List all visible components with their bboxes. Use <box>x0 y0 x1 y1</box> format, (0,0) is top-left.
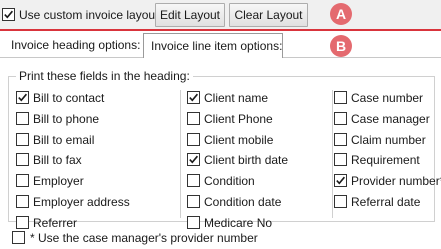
edit-layout-button[interactable]: Edit Layout <box>155 3 225 27</box>
field-label: Condition <box>204 174 255 188</box>
field-checkbox[interactable] <box>187 195 200 208</box>
field-checkbox[interactable] <box>187 153 200 166</box>
field-checkbox[interactable] <box>334 112 347 125</box>
field-checkbox[interactable] <box>334 174 347 187</box>
field-checkbox[interactable] <box>16 91 29 104</box>
field-checkbox[interactable] <box>16 174 29 187</box>
field-label: Client name <box>204 91 269 105</box>
field-checkbox[interactable] <box>16 216 29 229</box>
field-label: Referral date <box>351 195 421 209</box>
use-custom-layout-checkbox[interactable] <box>2 8 15 21</box>
field-label: Provider number* <box>351 174 441 188</box>
field-label: Condition date <box>204 195 282 209</box>
use-case-manager-provider-number-label: * Use the case manager's provider number <box>30 231 258 245</box>
field-label: Bill to contact <box>33 91 105 105</box>
field-checkbox[interactable] <box>16 153 29 166</box>
field-checkbox[interactable] <box>187 133 200 146</box>
tab-invoice-line-item-options[interactable]: Invoice line item options: <box>151 39 282 53</box>
column-separator <box>332 90 333 218</box>
field-checkbox[interactable] <box>187 112 200 125</box>
field-label: Bill to fax <box>33 153 82 167</box>
group-title: Print these fields in the heading: <box>16 69 193 83</box>
field-label: Employer <box>33 174 84 188</box>
field-label: Case number <box>351 91 424 105</box>
field-label: Bill to phone <box>33 112 100 126</box>
field-label: Medicare No <box>204 216 273 230</box>
field-checkbox[interactable] <box>187 216 200 229</box>
use-case-manager-provider-number-checkbox[interactable] <box>12 231 25 244</box>
field-label: Client mobile <box>204 133 274 147</box>
field-label: Requirement <box>351 153 420 167</box>
field-checkbox[interactable] <box>16 195 29 208</box>
checkmark-icon <box>336 176 346 185</box>
checkmark-icon <box>4 10 14 19</box>
use-custom-layout-label: Use custom invoice layout: <box>19 8 162 22</box>
field-label: Claim number <box>351 133 426 147</box>
checkmark-icon <box>189 93 199 102</box>
field-checkbox[interactable] <box>334 133 347 146</box>
column-separator <box>180 90 181 218</box>
field-label: Bill to email <box>33 133 95 147</box>
annotation-badge-b: B <box>330 35 352 57</box>
tab-invoice-heading-options[interactable]: Invoice heading options: <box>11 38 140 52</box>
field-checkbox[interactable] <box>187 91 200 104</box>
field-checkbox[interactable] <box>16 112 29 125</box>
field-checkbox[interactable] <box>334 153 347 166</box>
clear-layout-button[interactable]: Clear Layout <box>229 3 308 27</box>
checkmark-icon <box>18 93 28 102</box>
annotation-badge-a: A <box>330 3 352 25</box>
field-label: Referrer <box>33 216 78 230</box>
field-label: Client Phone <box>204 112 273 126</box>
field-checkbox[interactable] <box>334 91 347 104</box>
checkmark-icon <box>189 155 199 164</box>
field-label: Client birth date <box>204 153 289 167</box>
field-checkbox[interactable] <box>334 195 347 208</box>
field-checkbox[interactable] <box>187 174 200 187</box>
field-label: Employer address <box>33 195 130 209</box>
field-checkbox[interactable] <box>16 133 29 146</box>
red-divider-line <box>0 29 441 31</box>
field-label: Case manager <box>351 112 430 126</box>
